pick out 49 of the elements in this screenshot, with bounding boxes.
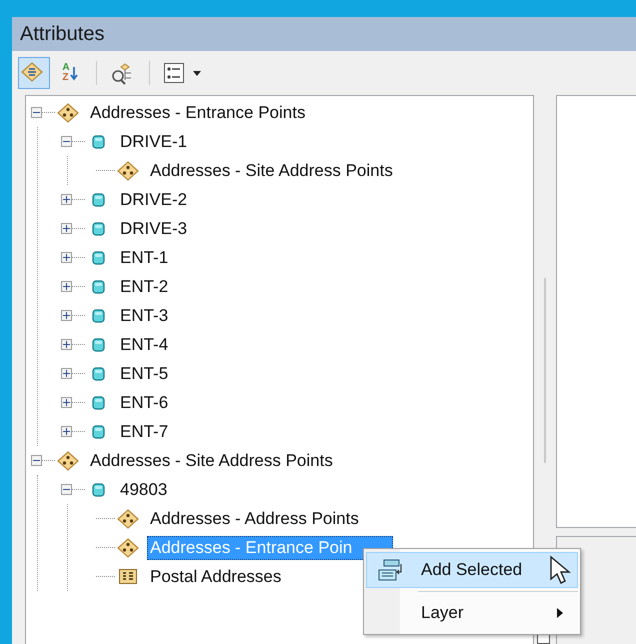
database-icon — [90, 394, 106, 410]
expand-icon[interactable] — [61, 368, 72, 379]
tree-item[interactable]: Addresses - Address Points — [147, 506, 362, 530]
tree-item[interactable]: DRIVE-3 — [117, 216, 190, 240]
tree-item[interactable]: ENT-4 — [117, 332, 172, 356]
tree-item[interactable]: DRIVE-2 — [117, 188, 190, 212]
add-selected-icon — [378, 558, 404, 582]
tree-item[interactable]: ENT-3 — [117, 304, 172, 328]
expand-icon[interactable] — [61, 194, 72, 205]
database-icon — [90, 278, 106, 294]
expand-icon[interactable] — [61, 281, 72, 292]
tree-item[interactable]: Addresses - Site Address Points — [147, 158, 396, 182]
tree-item[interactable]: ENT-6 — [117, 390, 172, 414]
tree-item[interactable]: Addresses - Site Address Points — [87, 448, 336, 472]
expand-icon[interactable] — [61, 397, 72, 408]
layer-icon — [57, 102, 79, 122]
database-icon — [90, 250, 106, 266]
database-icon — [90, 308, 106, 324]
tree-item[interactable]: Postal Addresses — [147, 564, 284, 588]
expand-icon[interactable] — [61, 339, 72, 350]
expand-icon[interactable] — [61, 310, 72, 321]
database-icon — [90, 424, 106, 440]
layer-icon — [117, 538, 139, 558]
layer-icon — [57, 450, 79, 470]
tree-item[interactable]: 49803 — [117, 478, 170, 502]
database-icon — [90, 366, 106, 382]
database-icon — [90, 134, 106, 150]
tree-item[interactable]: Addresses - Entrance Points — [87, 100, 308, 124]
tree-item[interactable]: ENT-5 — [117, 362, 172, 386]
mouse-pointer-icon — [549, 555, 571, 585]
expand-icon[interactable] — [61, 426, 72, 437]
expand-icon[interactable] — [61, 252, 72, 263]
tree-item[interactable]: ENT-1 — [117, 246, 172, 270]
sort-letters: A Z — [62, 63, 70, 83]
layer-icon — [117, 508, 139, 528]
database-icon — [90, 192, 106, 208]
database-icon — [90, 220, 106, 236]
database-icon — [90, 336, 106, 352]
list-options-icon — [163, 62, 203, 84]
menu-item[interactable]: Add Selected — [366, 552, 578, 588]
table-icon — [118, 567, 138, 586]
menu-item[interactable]: Layer — [366, 595, 578, 631]
layer-icon — [117, 160, 139, 180]
database-icon — [90, 482, 106, 498]
tree-item[interactable]: ENT-2 — [117, 274, 172, 298]
tree-item[interactable]: ENT-7 — [117, 420, 172, 444]
tree-item[interactable]: DRIVE-1 — [117, 130, 190, 154]
expand-icon[interactable] — [61, 223, 72, 234]
window-title: Attributes — [20, 22, 104, 46]
